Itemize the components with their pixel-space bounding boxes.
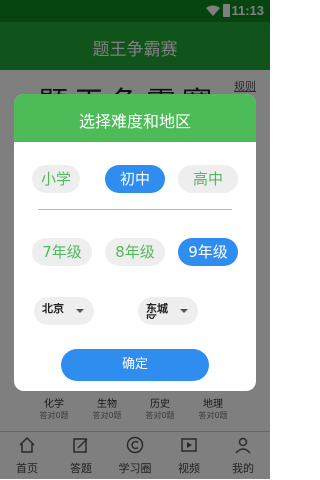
level-option-primary[interactable]: 小学	[32, 165, 80, 193]
dialog-header: 选择难度和地区	[14, 94, 256, 142]
grade-option-9[interactable]: 9年级	[178, 238, 238, 266]
chevron-down-icon	[180, 309, 188, 313]
difficulty-region-dialog: 选择难度和地区 小学 初中 高中 7年级 8年级 9年级 北京 东城区 确定	[14, 94, 256, 391]
city-value: 北京	[42, 303, 64, 315]
district-select[interactable]: 东城区	[138, 297, 198, 325]
chevron-down-icon	[76, 309, 84, 313]
district-value: 东城区	[146, 303, 168, 319]
confirm-button[interactable]: 确定	[61, 349, 209, 381]
divider	[38, 209, 232, 210]
dialog-title: 选择难度和地区	[78, 112, 191, 131]
level-option-high[interactable]: 高中	[178, 165, 238, 193]
grade-option-7[interactable]: 7年级	[32, 238, 92, 266]
level-option-middle[interactable]: 初中	[105, 165, 165, 193]
grade-option-8[interactable]: 8年级	[105, 238, 165, 266]
city-select[interactable]: 北京	[34, 297, 94, 325]
